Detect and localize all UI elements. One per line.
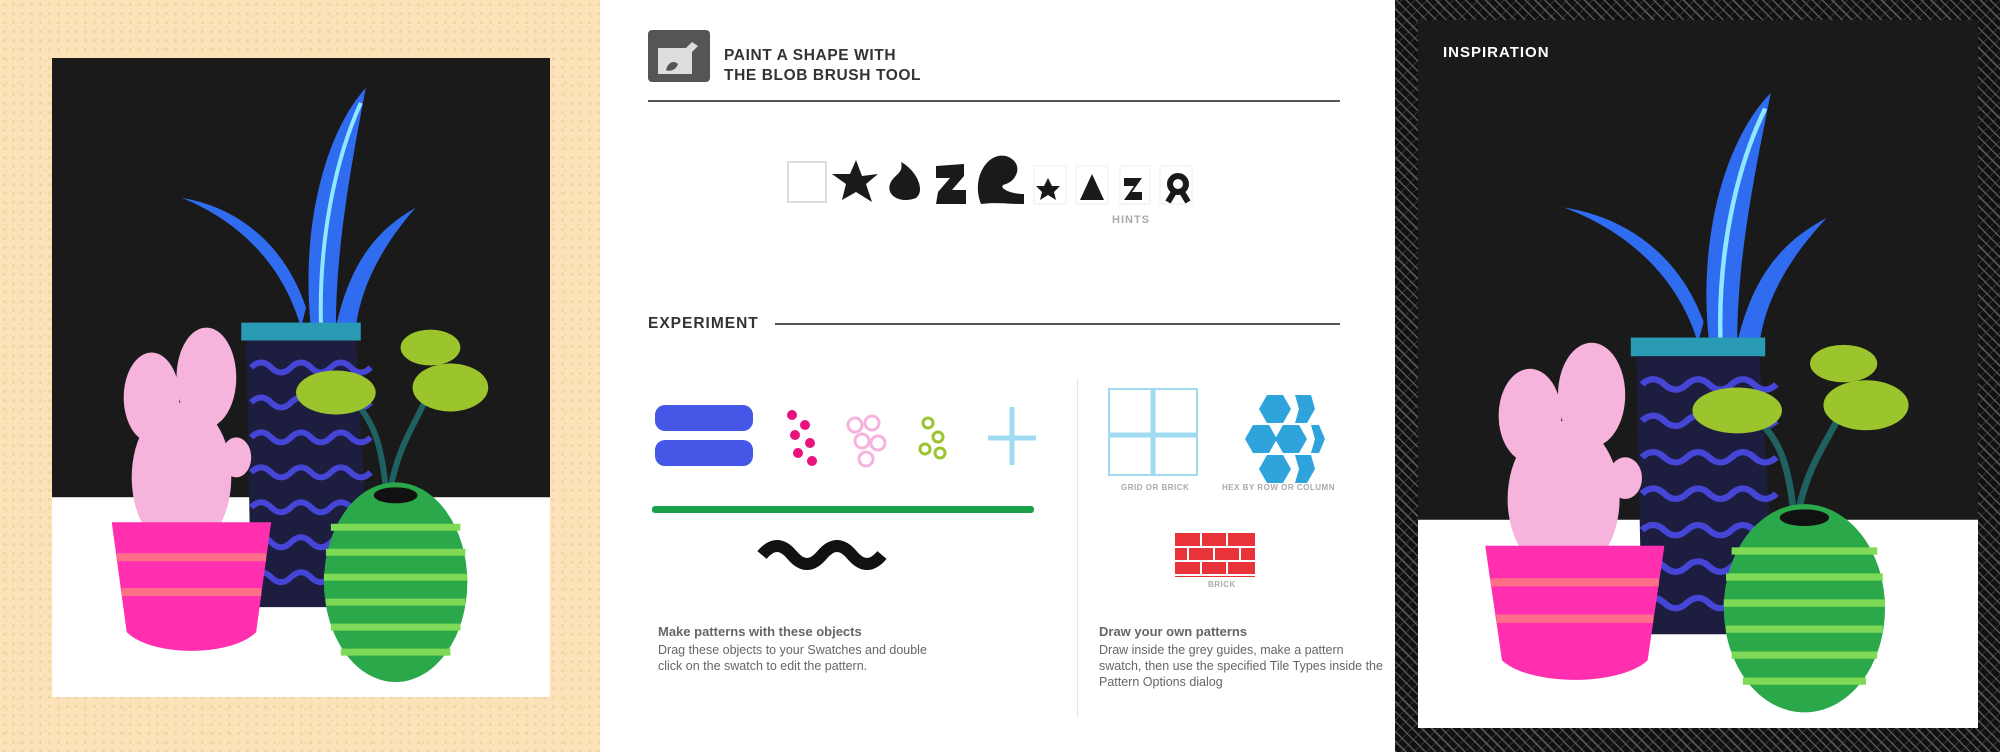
artwork-canvas[interactable]	[52, 58, 550, 697]
blue-stroke-object	[655, 440, 753, 466]
left-panel	[0, 0, 600, 752]
objects-text: Drag these objects to your Swatches and …	[658, 643, 927, 673]
brick-tile-guide	[1175, 533, 1255, 577]
hints-label: HINTS	[1112, 214, 1150, 226]
hex-tile-guide	[1245, 395, 1325, 483]
loop-shape	[977, 155, 1024, 204]
divider	[648, 100, 1340, 102]
inspiration-artwork	[1418, 20, 1978, 728]
instructions-panel	[600, 0, 1395, 752]
own-patterns-title: Draw your own patterns	[1099, 624, 1248, 639]
tile-label-grid: GRID OR BRICK	[1121, 483, 1190, 492]
own-patterns-text: Draw inside the grey guides, make a patt…	[1099, 643, 1383, 689]
vertical-divider	[1077, 378, 1078, 718]
cyan-cross-object	[988, 407, 1036, 465]
plant-illustration	[52, 58, 550, 697]
star-shape	[832, 160, 878, 202]
inspiration-label: INSPIRATION	[1443, 44, 1550, 61]
blob-shape-row[interactable]	[786, 150, 1226, 210]
tile-label-hex: HEX BY ROW OR COLUMN	[1222, 483, 1335, 492]
wave-object	[757, 540, 887, 570]
pink-circles-object	[846, 414, 887, 468]
drop-shape	[889, 162, 921, 201]
page-title: PAINT A SHAPE WITH THE BLOB BRUSH TOOL	[724, 47, 922, 84]
pattern-objects[interactable]	[650, 395, 1050, 585]
green-dots-object	[918, 416, 947, 460]
z-shape	[936, 164, 966, 204]
tile-label-brick: BRICK	[1208, 580, 1236, 589]
empty-shape-box	[787, 161, 827, 203]
blue-stroke-object	[655, 405, 753, 431]
green-line-object	[652, 506, 1034, 513]
experiment-heading: EXPERIMENT	[648, 315, 759, 332]
inspiration-panel	[1395, 0, 2000, 752]
blob-brush-icon	[648, 30, 710, 82]
divider	[775, 323, 1340, 325]
pink-diamonds-object	[787, 410, 817, 466]
objects-title: Make patterns with these objects	[658, 624, 862, 639]
